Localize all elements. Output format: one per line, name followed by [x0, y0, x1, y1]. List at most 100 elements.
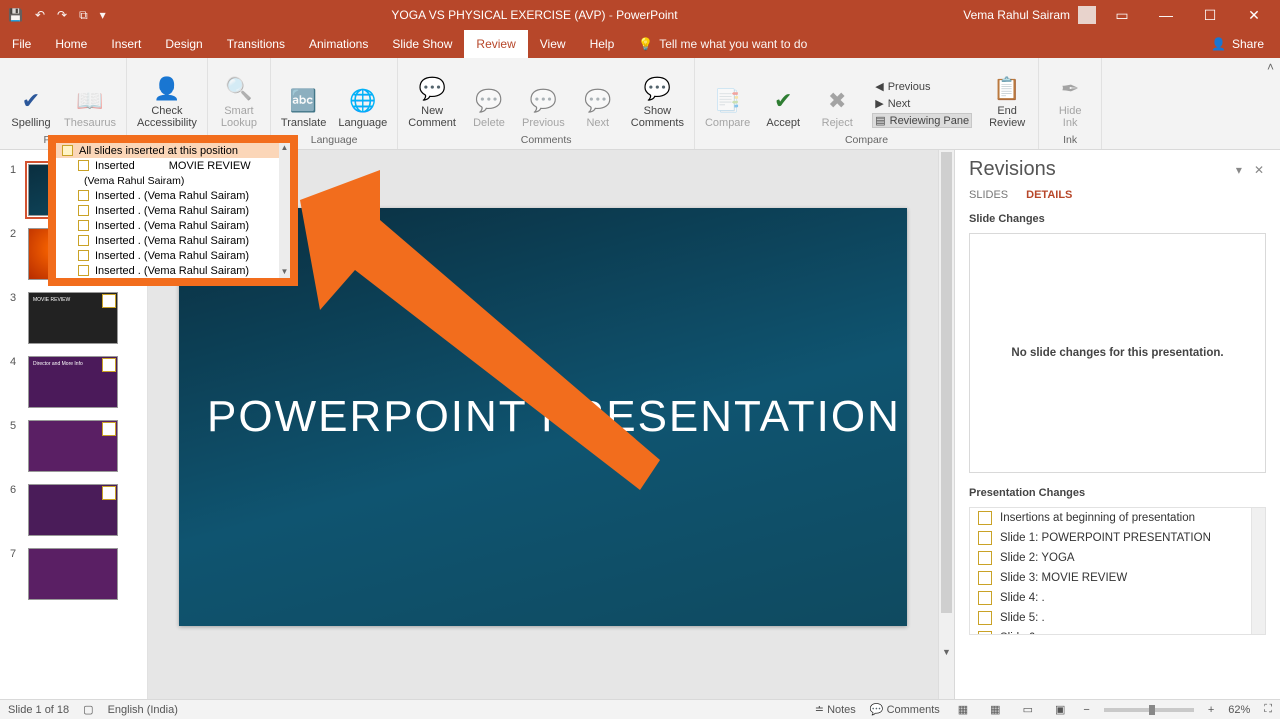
list-item[interactable]: Slide 5: .: [970, 608, 1265, 628]
tab-home[interactable]: Home: [43, 30, 99, 58]
zoom-level[interactable]: 62%: [1228, 704, 1250, 716]
check-accessibility-button[interactable]: 👤 Check Accessibility: [133, 71, 201, 132]
zoom-in-icon[interactable]: +: [1208, 704, 1214, 716]
tab-insert[interactable]: Insert: [99, 30, 153, 58]
tab-review[interactable]: Review: [464, 30, 527, 58]
tab-file[interactable]: File: [0, 30, 43, 58]
tab-view[interactable]: View: [528, 30, 578, 58]
next-icon: ▶: [875, 97, 883, 110]
avatar[interactable]: [1078, 6, 1096, 24]
delete-comment-button[interactable]: 💬 Delete: [464, 83, 514, 132]
popup-item[interactable]: Inserted . (Vema Rahul Sairam): [56, 248, 290, 263]
list-item[interactable]: Slide 6: .: [970, 628, 1265, 635]
popup-item[interactable]: Inserted . (Vema Rahul Sairam): [56, 218, 290, 233]
language-status[interactable]: English (India): [108, 704, 178, 716]
list-item[interactable]: Insertions at beginning of presentation: [970, 508, 1265, 528]
slide-counter[interactable]: Slide 1 of 18: [8, 704, 69, 716]
reject-button[interactable]: ✖ Reject: [812, 83, 862, 132]
scrollbar-thumb[interactable]: [941, 152, 952, 613]
ribbon-display-icon[interactable]: ▭: [1104, 7, 1140, 24]
thumbnail-slide-5[interactable]: [28, 420, 118, 472]
zoom-slider[interactable]: [1104, 708, 1194, 712]
popup-item[interactable]: InsertedMOVIE REVIEW: [56, 158, 290, 173]
thesaurus-button[interactable]: 📖 Thesaurus: [60, 83, 120, 132]
scroll-down-icon[interactable]: ▼: [939, 647, 954, 663]
pane-options-icon[interactable]: ▾: [1230, 163, 1248, 177]
pane-close-icon[interactable]: ✕: [1248, 163, 1270, 177]
undo-icon[interactable]: ↶: [35, 8, 45, 22]
accept-button[interactable]: ✔ Accept: [758, 83, 808, 132]
show-comments-button[interactable]: 💬 Show Comments: [627, 71, 688, 132]
checkbox-icon[interactable]: [78, 235, 89, 246]
start-from-beginning-icon[interactable]: ⧉: [79, 8, 88, 23]
list-item[interactable]: Slide 4: .: [970, 588, 1265, 608]
zoom-out-icon[interactable]: −: [1083, 704, 1089, 716]
compare-next-button[interactable]: ▶Next: [872, 96, 972, 111]
group-ink-label: Ink: [1039, 132, 1101, 149]
checkbox-icon[interactable]: [78, 205, 89, 216]
checkbox-icon[interactable]: [78, 250, 89, 261]
list-scrollbar[interactable]: [1251, 508, 1265, 634]
tell-me-search[interactable]: 💡 Tell me what you want to do: [626, 30, 819, 58]
minimize-icon[interactable]: —: [1148, 7, 1184, 23]
close-icon[interactable]: ✕: [1236, 7, 1272, 24]
list-item[interactable]: Slide 2: YOGA: [970, 548, 1265, 568]
checkbox-icon[interactable]: [78, 265, 89, 276]
new-comment-button[interactable]: 💬 New Comment: [404, 71, 460, 132]
revision-popup: All slides inserted at this position Ins…: [48, 135, 298, 286]
thumbnail-slide-7[interactable]: [28, 548, 118, 600]
tab-transitions[interactable]: Transitions: [215, 30, 297, 58]
list-item[interactable]: Slide 3: MOVIE REVIEW: [970, 568, 1265, 588]
translate-button[interactable]: 🔤 Translate: [277, 83, 330, 132]
next-comment-button[interactable]: 💬 Next: [573, 83, 623, 132]
checkbox-icon[interactable]: [78, 190, 89, 201]
thumbnail-slide-3[interactable]: MOVIE REVIEW: [28, 292, 118, 344]
popup-item[interactable]: Inserted . (Vema Rahul Sairam): [56, 188, 290, 203]
tab-help[interactable]: Help: [578, 30, 627, 58]
tab-design[interactable]: Design: [153, 30, 214, 58]
revisions-tab-slides[interactable]: SLIDES: [969, 189, 1008, 203]
checkbox-icon[interactable]: [78, 220, 89, 231]
slide-title-text[interactable]: POWERPOINT PRESENTATION: [207, 392, 901, 442]
popup-item[interactable]: Inserted . (Vema Rahul Sairam): [56, 203, 290, 218]
vertical-scrollbar[interactable]: ▲ ▼: [938, 150, 954, 699]
tab-animations[interactable]: Animations: [297, 30, 380, 58]
list-item[interactable]: Slide 1: POWERPOINT PRESENTATION: [970, 528, 1265, 548]
username[interactable]: Vema Rahul Sairam: [963, 8, 1070, 22]
compare-previous-button[interactable]: ◀Previous: [872, 79, 972, 94]
collapse-ribbon-icon[interactable]: ˄: [1267, 60, 1274, 74]
slideshow-view-icon[interactable]: ▣: [1051, 703, 1069, 716]
spellcheck-status-icon[interactable]: ▢: [83, 703, 93, 716]
thumbnail-slide-6[interactable]: [28, 484, 118, 536]
end-review-button[interactable]: 📋 End Review: [982, 71, 1032, 132]
popup-item[interactable]: Inserted . (Vema Rahul Sairam): [56, 263, 290, 278]
notes-button[interactable]: ≐ Notes: [815, 703, 856, 716]
compare-button[interactable]: 📑 Compare: [701, 83, 754, 132]
spelling-button[interactable]: ✔ Spelling: [6, 83, 56, 132]
normal-view-icon[interactable]: ▦: [954, 703, 972, 716]
fit-to-window-icon[interactable]: ⛶: [1264, 703, 1272, 716]
popup-header-row[interactable]: All slides inserted at this position: [56, 143, 290, 158]
reading-view-icon[interactable]: ▭: [1019, 703, 1037, 716]
popup-item[interactable]: Inserted . (Vema Rahul Sairam): [56, 233, 290, 248]
change-icon: [978, 571, 992, 585]
sorter-view-icon[interactable]: ▦: [986, 703, 1004, 716]
qat-more-icon[interactable]: ▾: [100, 8, 106, 22]
smart-lookup-button[interactable]: 🔍 Smart Lookup: [214, 71, 264, 132]
maximize-icon[interactable]: ☐: [1192, 7, 1228, 24]
language-button[interactable]: 🌐 Language: [334, 83, 391, 132]
hide-ink-button[interactable]: ✒ Hide Ink: [1045, 71, 1095, 132]
popup-scrollbar[interactable]: ▲▼: [279, 143, 290, 278]
revisions-tab-details[interactable]: DETAILS: [1026, 189, 1072, 203]
previous-comment-button[interactable]: 💬 Previous: [518, 83, 569, 132]
prev-comment-icon: 💬: [530, 85, 557, 117]
reviewing-pane-button[interactable]: ▤Reviewing Pane: [872, 113, 972, 128]
comments-button[interactable]: 💬 Comments: [870, 703, 940, 716]
tab-slideshow[interactable]: Slide Show: [380, 30, 464, 58]
share-button[interactable]: 👤 Share: [1195, 30, 1280, 58]
checkbox-icon[interactable]: [78, 160, 89, 171]
checkbox-icon[interactable]: [62, 145, 73, 156]
thumbnail-slide-4[interactable]: Director and More Info: [28, 356, 118, 408]
redo-icon[interactable]: ↷: [57, 8, 67, 22]
save-icon[interactable]: 💾: [8, 8, 23, 22]
